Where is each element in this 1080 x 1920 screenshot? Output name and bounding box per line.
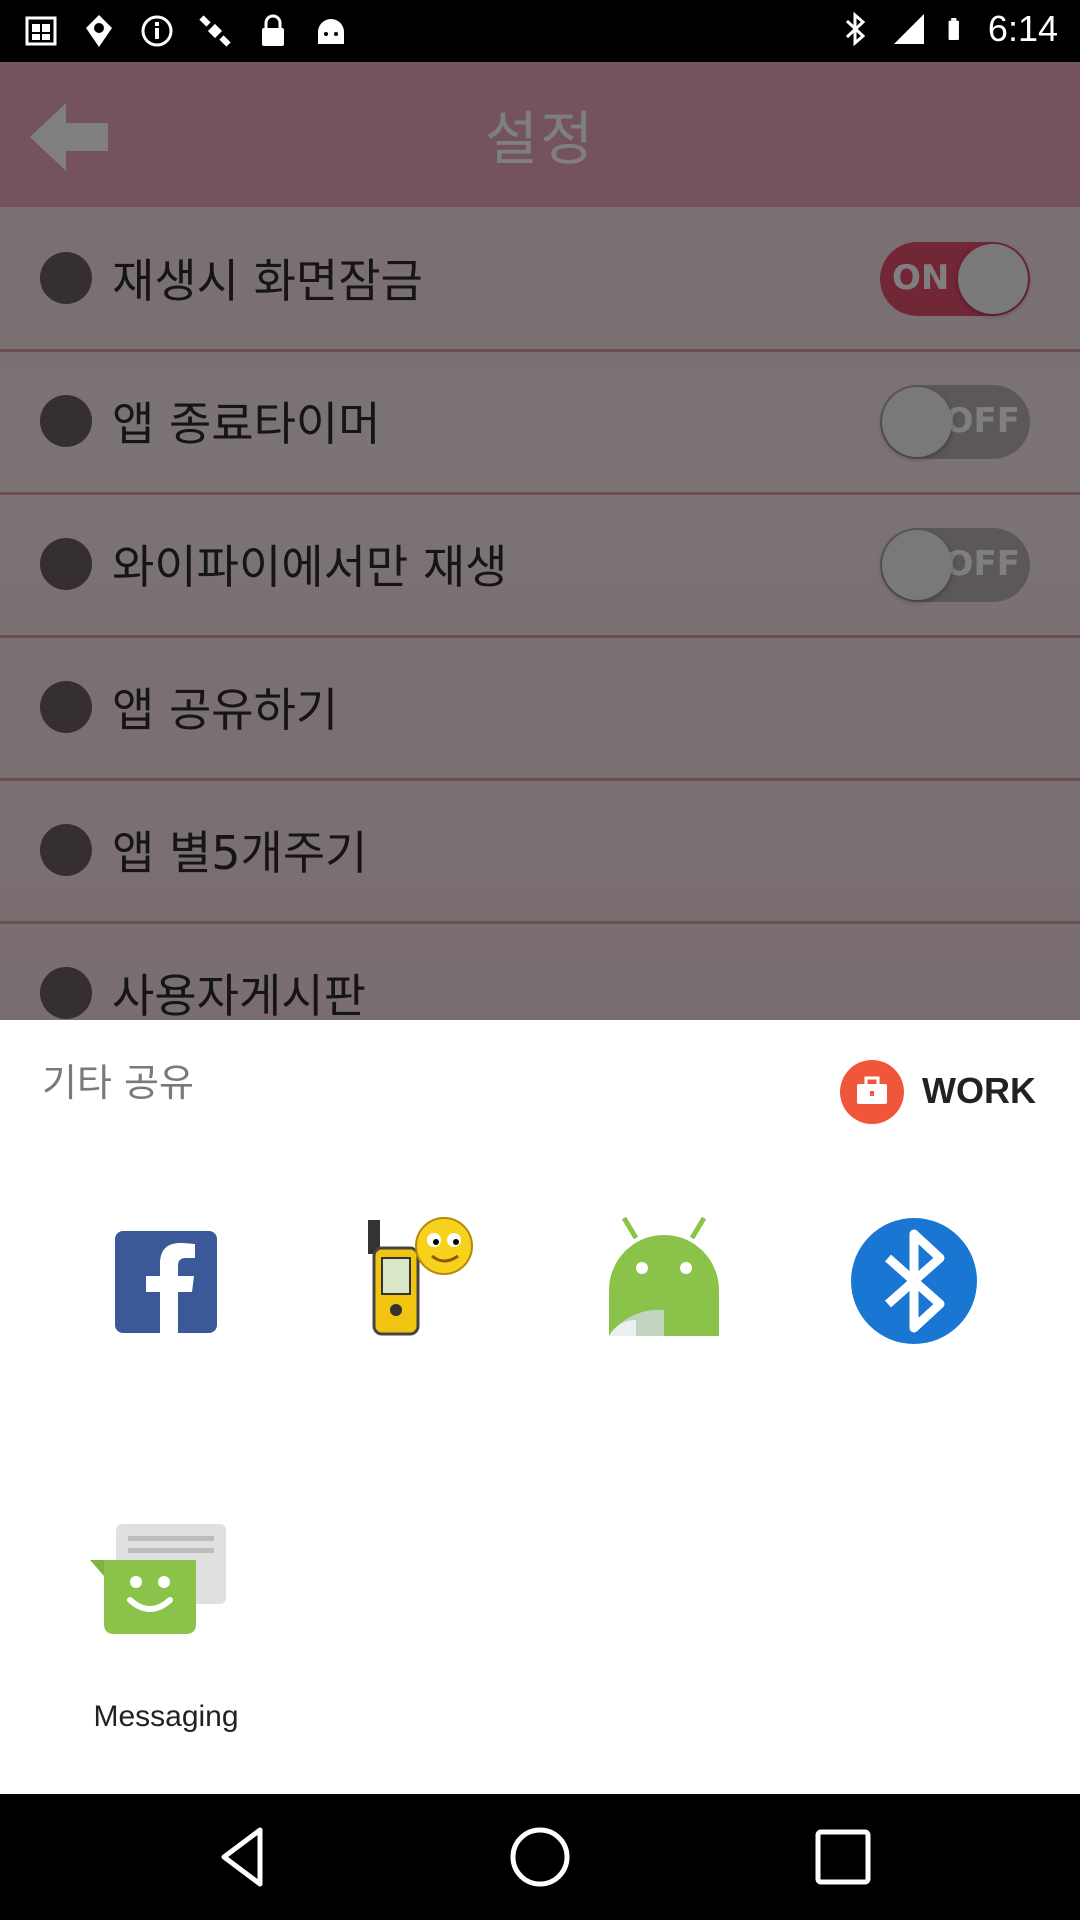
gallery-icon <box>25 16 57 46</box>
satellite-icon <box>199 15 231 47</box>
share-sheet: 기타 공유 WORK Messaging <box>0 1020 1080 1794</box>
info-icon <box>141 15 173 47</box>
messaging-icon <box>90 1524 226 1634</box>
android-icon <box>318 19 344 44</box>
navigation-bar <box>0 1794 1080 1920</box>
status-time: 6:14 <box>987 8 1058 49</box>
back-icon[interactable] <box>210 1822 280 1892</box>
share-sheet-title: 기타 공유 <box>42 1061 194 1105</box>
facebook-icon <box>115 1231 217 1333</box>
share-target-label: Messaging <box>93 1700 239 1733</box>
bluetooth-icon <box>845 11 866 47</box>
recents-icon[interactable] <box>808 1822 878 1892</box>
lock-icon <box>262 14 284 46</box>
modal-scrim[interactable] <box>0 62 1080 1020</box>
status-bar: 6:14 <box>0 0 1080 62</box>
share-target-facebook[interactable] <box>66 1190 266 1390</box>
battery-icon <box>948 18 959 40</box>
share-target-bluetooth[interactable] <box>814 1190 1014 1390</box>
home-icon[interactable] <box>505 1822 575 1892</box>
briefcase-icon <box>840 1060 904 1124</box>
android-icon <box>609 1216 719 1336</box>
share-target-messaging[interactable]: Messaging <box>66 1520 266 1733</box>
signal-icon <box>893 14 924 44</box>
bluetooth-icon <box>851 1218 977 1344</box>
share-target-android-beam[interactable] <box>564 1190 764 1390</box>
work-profile-tab[interactable]: WORK <box>810 1060 1080 1150</box>
share-target-gps[interactable] <box>320 1190 520 1390</box>
work-label: WORK <box>922 1070 1036 1111</box>
fake-gps-icon <box>86 15 112 47</box>
gps-device-icon <box>368 1217 473 1336</box>
